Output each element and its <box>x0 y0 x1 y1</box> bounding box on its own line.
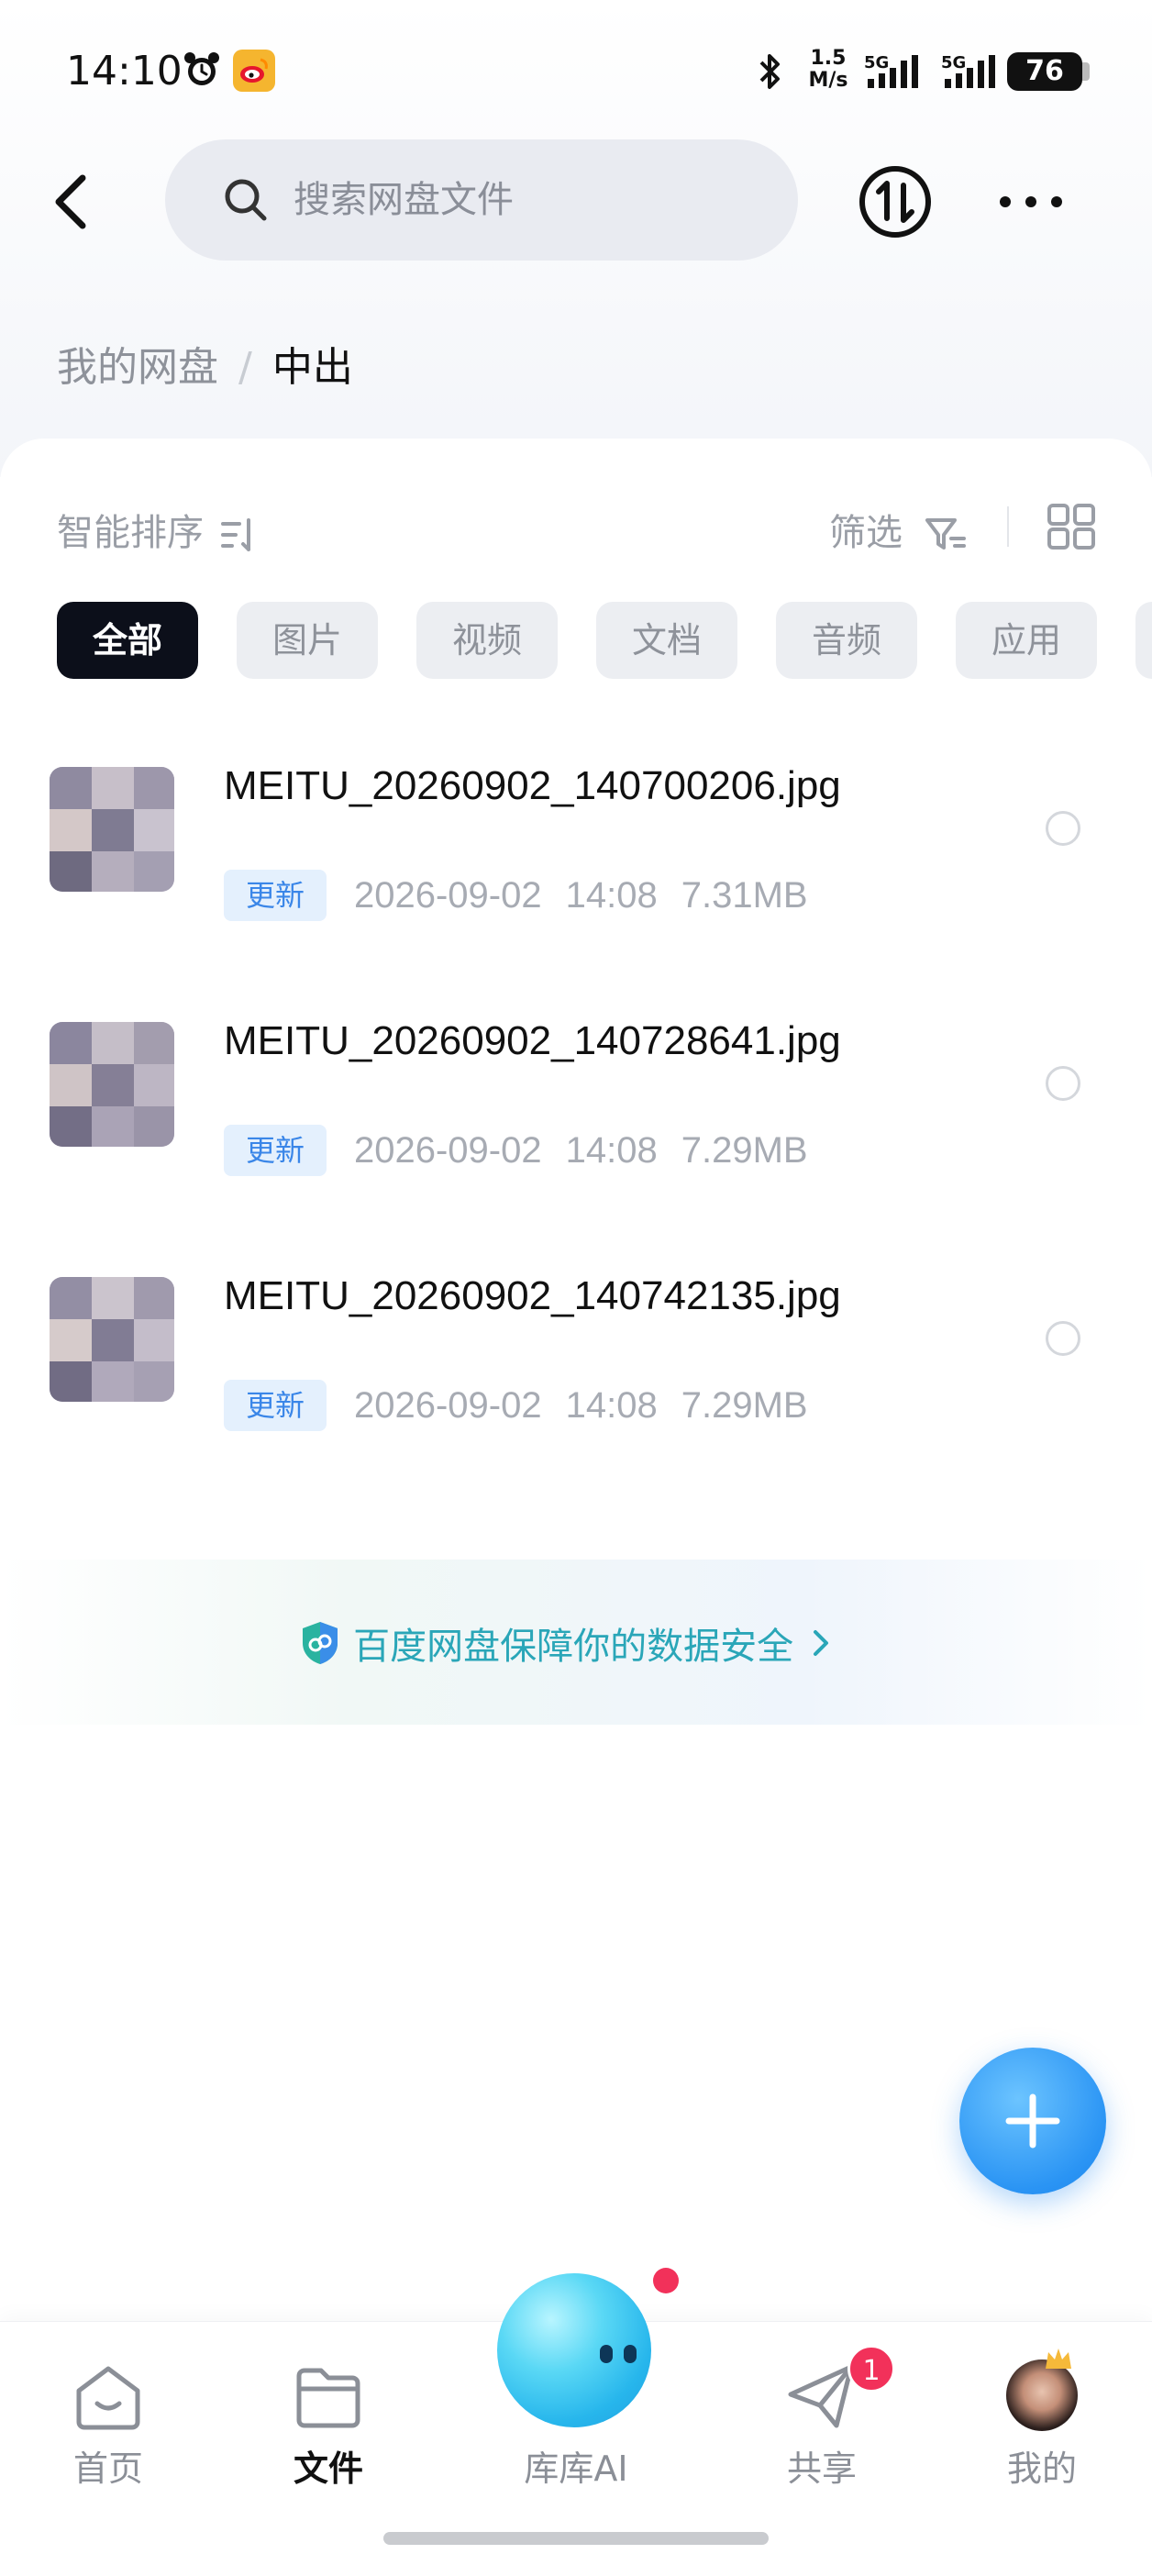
sort-button[interactable]: 智能排序 <box>57 503 260 556</box>
nav-files[interactable]: 文件 <box>246 2348 411 2489</box>
home-indicator[interactable] <box>383 2532 769 2545</box>
bluetooth-icon <box>759 54 780 89</box>
ai-eye-right <box>624 2345 637 2363</box>
file-meta: 2026-09-02 14:08 7.29MB <box>354 1123 832 1178</box>
file-select-checkbox[interactable] <box>1046 1321 1080 1356</box>
filter-icon <box>925 518 966 550</box>
file-time: 14:08 <box>565 1385 658 1426</box>
nav-mine-label: 我的 <box>1006 2448 1077 2489</box>
file-meta: 2026-09-02 14:08 7.29MB <box>354 1378 832 1433</box>
file-size: 7.29MB <box>681 1385 808 1426</box>
file-row[interactable]: MEITU_20260902_140700206.jpg 更新 2026-09-… <box>0 739 1152 994</box>
search-input[interactable] <box>294 165 770 235</box>
breadcrumb-separator: / <box>238 344 252 391</box>
filter-label: 筛选 <box>829 512 903 554</box>
signal-2-label: 5G <box>941 53 966 72</box>
category-chip-audio[interactable]: 音频 <box>776 602 917 679</box>
alarm-icon <box>184 52 219 85</box>
nav-files-label: 文件 <box>293 2448 363 2489</box>
ai-assistant-icon <box>497 2273 651 2427</box>
file-size: 7.29MB <box>681 1130 808 1171</box>
file-date: 2026-09-02 <box>354 1385 542 1426</box>
signal-5g-icon-2: 5G <box>941 53 995 88</box>
folder-icon <box>296 2368 360 2428</box>
nav-home-label: 首页 <box>72 2448 143 2489</box>
sort-icon <box>220 518 250 551</box>
nav-share[interactable]: 1 共享 <box>739 2345 904 2489</box>
nav-mine[interactable]: 我的 <box>959 2348 1124 2489</box>
status-bar: 14:10 1.5 M/s 5G 5G 76 <box>0 0 1152 138</box>
security-banner-link[interactable]: 百度网盘保障你的数据安全 <box>299 1616 833 1671</box>
search-bar[interactable] <box>165 139 798 261</box>
network-speed-value: 1.5 <box>810 47 847 70</box>
file-date: 2026-09-02 <box>354 875 542 916</box>
file-name: MEITU_20260902_140728641.jpg <box>224 1018 841 1063</box>
signal-5g-icon: 5G <box>864 53 918 88</box>
transfer-icon[interactable] <box>857 163 934 240</box>
breadcrumb-root[interactable]: 我的网盘 <box>57 344 218 391</box>
nav-ai[interactable]: 库库AI <box>484 2266 679 2495</box>
nav-ai-label: 库库AI <box>524 2448 628 2489</box>
battery-tip <box>1082 62 1090 81</box>
breadcrumb-current: 中出 <box>271 344 353 391</box>
file-thumbnail <box>50 1022 174 1147</box>
chevron-right-icon <box>814 1630 829 1656</box>
crown-icon <box>1046 2348 1071 2369</box>
file-thumbnail <box>50 767 174 892</box>
breadcrumb: 我的网盘 / 中出 <box>57 334 353 393</box>
file-row[interactable]: MEITU_20260902_140742135.jpg 更新 2026-09-… <box>0 1249 1152 1505</box>
file-select-checkbox[interactable] <box>1046 811 1080 846</box>
category-tabs: 全部 图片 视频 文档 音频 应用 <box>57 602 1152 681</box>
nav-share-label: 共享 <box>786 2448 857 2489</box>
file-time: 14:08 <box>565 1130 658 1171</box>
category-chip-more[interactable] <box>1135 602 1152 679</box>
file-update-badge: 更新 <box>224 1125 327 1176</box>
file-size: 7.31MB <box>681 875 808 916</box>
status-time: 14:10 <box>66 48 183 94</box>
file-update-badge: 更新 <box>224 870 327 921</box>
network-speed: 1.5 M/s <box>802 48 855 92</box>
back-chevron-icon[interactable] <box>37 161 110 242</box>
sort-label: 智能排序 <box>57 512 204 554</box>
ai-eye-left <box>600 2345 613 2363</box>
home-icon <box>76 2366 140 2430</box>
category-chip-videos[interactable]: 视频 <box>416 602 558 679</box>
ai-notification-dot <box>653 2268 679 2293</box>
share-notification-badge: 1 <box>847 2345 895 2393</box>
file-name: MEITU_20260902_140742135.jpg <box>224 1273 841 1318</box>
battery-icon: 76 <box>1007 52 1082 91</box>
security-banner-text: 百度网盘保障你的数据安全 <box>353 1626 794 1668</box>
file-meta: 2026-09-02 14:08 7.31MB <box>354 868 832 923</box>
category-chip-apps[interactable]: 应用 <box>956 602 1097 679</box>
category-chip-all[interactable]: 全部 <box>57 602 198 679</box>
grid-view-icon[interactable] <box>1046 503 1097 550</box>
nav-home[interactable]: 首页 <box>26 2348 191 2489</box>
file-update-badge: 更新 <box>224 1380 327 1431</box>
more-dots-icon[interactable] <box>992 180 1069 224</box>
signal-1-label: 5G <box>864 53 889 72</box>
avatar <box>1006 2348 1078 2431</box>
toolbar-divider <box>1007 506 1009 547</box>
filter-button[interactable]: 筛选 <box>829 503 968 556</box>
weibo-app-icon <box>233 50 275 92</box>
category-chip-documents[interactable]: 文档 <box>596 602 737 679</box>
file-time: 14:08 <box>565 875 658 916</box>
search-icon <box>225 179 267 221</box>
add-button[interactable] <box>959 2048 1106 2194</box>
category-chip-images[interactable]: 图片 <box>237 602 378 679</box>
network-speed-unit: M/s <box>808 69 848 92</box>
file-thumbnail <box>50 1277 174 1402</box>
file-name: MEITU_20260902_140700206.jpg <box>224 763 841 808</box>
plus-icon <box>1005 2093 1060 2149</box>
shield-icon <box>303 1622 338 1664</box>
file-select-checkbox[interactable] <box>1046 1066 1080 1101</box>
file-row[interactable]: MEITU_20260902_140728641.jpg 更新 2026-09-… <box>0 994 1152 1249</box>
file-date: 2026-09-02 <box>354 1130 542 1171</box>
